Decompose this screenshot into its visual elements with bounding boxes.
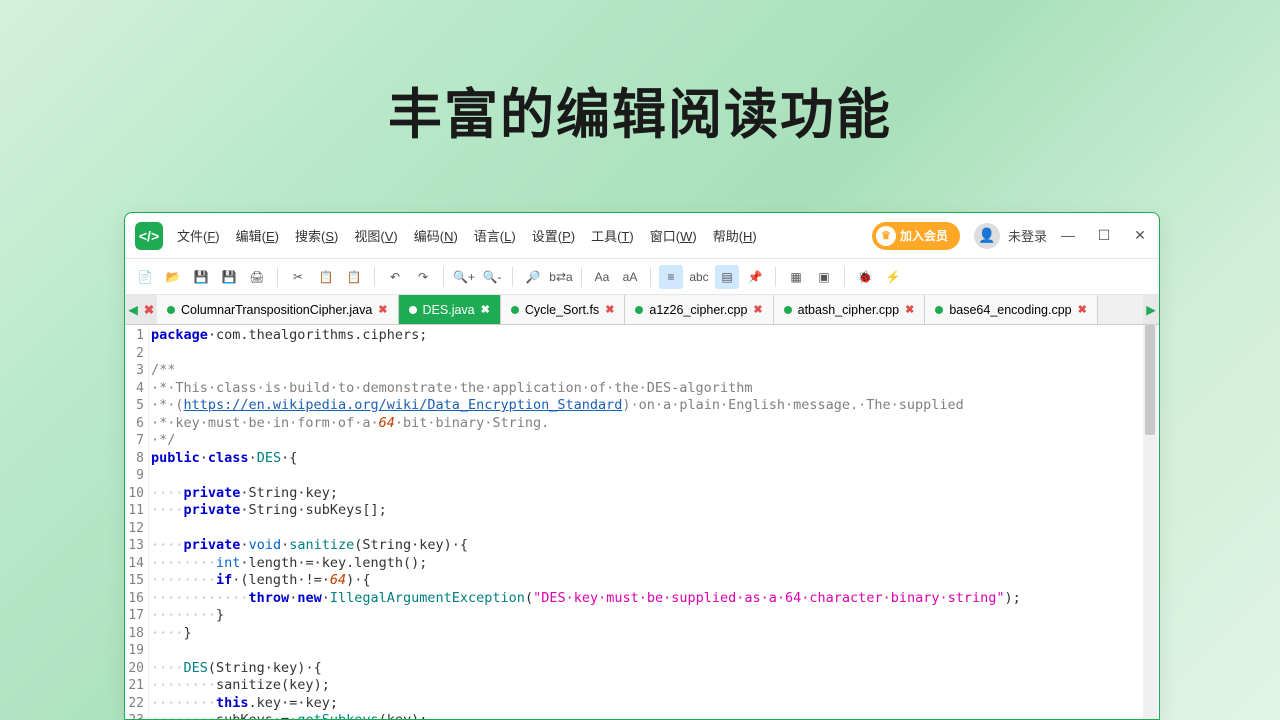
pin-icon[interactable]: 📌 — [743, 265, 767, 289]
code-area[interactable]: package·com.thealgorithms.ciphers; /** ·… — [149, 325, 1159, 719]
menu-v[interactable]: 视图(V) — [354, 226, 397, 245]
menu-bar: 文件(F) 编辑(E) 搜索(S) 视图(V) 编码(N) 语言(L) 设置(P) 工具(T)… — [177, 226, 757, 245]
find-icon[interactable]: 🔎 — [521, 265, 545, 289]
redo-icon[interactable]: ↷ — [411, 265, 435, 289]
run-icon[interactable]: ⚡ — [881, 265, 905, 289]
tab-close-icon[interactable]: ✖ — [905, 303, 914, 316]
indent-guide-icon[interactable]: ▤ — [715, 265, 739, 289]
tab-label: Cycle_Sort.fs — [525, 303, 599, 317]
login-status: 未登录 — [1008, 226, 1047, 245]
tab-dot-icon — [784, 306, 792, 314]
tab-label: base64_encoding.cpp — [949, 303, 1071, 317]
tab-dot-icon — [935, 306, 943, 314]
replace-icon[interactable]: b⇄a — [549, 265, 573, 289]
cut-icon[interactable]: ✂ — [286, 265, 310, 289]
case-icon[interactable]: Aa — [590, 265, 614, 289]
print-icon[interactable]: 🖨 — [245, 265, 269, 289]
scroll-thumb[interactable] — [1145, 325, 1155, 435]
zoom-out-icon[interactable]: 🔍- — [480, 265, 504, 289]
new-file-icon[interactable]: 📄 — [133, 265, 157, 289]
copy-icon[interactable]: 📋 — [314, 265, 338, 289]
tab-dot-icon — [511, 306, 519, 314]
grid-icon[interactable]: ▦ — [784, 265, 808, 289]
tab-2[interactable]: Cycle_Sort.fs ✖ — [501, 295, 626, 324]
menu-p[interactable]: 设置(P) — [532, 226, 575, 245]
tab-scroll-right[interactable]: ▶ — [1143, 295, 1159, 324]
tab-1[interactable]: DES.java ✖ — [399, 295, 501, 324]
tab-scroll-left[interactable]: ◀ — [125, 295, 141, 324]
menu-l[interactable]: 语言(L) — [474, 226, 516, 245]
paste-icon[interactable]: 📋 — [342, 265, 366, 289]
page-title: 丰富的编辑阅读功能 — [0, 0, 1280, 149]
maximize-button[interactable]: ☐ — [1095, 227, 1113, 244]
titlebar: </> 文件(F) 编辑(E) 搜索(S) 视图(V) 编码(N) 语言(L) 设置(P) 工… — [125, 213, 1159, 259]
debug-icon[interactable]: 🐞 — [853, 265, 877, 289]
tab-dot-icon — [167, 306, 175, 314]
tab-0[interactable]: ColumnarTranspositionCipher.java ✖ — [157, 295, 399, 324]
open-file-icon[interactable]: 📂 — [161, 265, 185, 289]
menu-h[interactable]: 帮助(H) — [713, 226, 757, 245]
tab-close-icon[interactable]: ✖ — [605, 303, 614, 316]
tab-close-icon[interactable]: ✖ — [1078, 303, 1087, 316]
tab-label: atbash_cipher.cpp — [798, 303, 899, 317]
line-gutter: 1 2 3 4 5 6 7 8 9 10 11 12 13 14 15 16 1… — [125, 325, 149, 719]
line-number-icon[interactable]: ≡ — [659, 265, 683, 289]
tab-5[interactable]: base64_encoding.cpp ✖ — [925, 295, 1098, 324]
tab-dot-icon — [635, 306, 643, 314]
tab-close-icon[interactable]: ✖ — [481, 303, 490, 316]
zoom-in-icon[interactable]: 🔍+ — [452, 265, 476, 289]
tab-3[interactable]: a1z26_cipher.cpp ✖ — [625, 295, 773, 324]
menu-t[interactable]: 工具(T) — [591, 226, 634, 245]
menu-e[interactable]: 编辑(E) — [236, 226, 279, 245]
tab-label: a1z26_cipher.cpp — [649, 303, 747, 317]
save-icon[interactable]: 💾 — [189, 265, 213, 289]
terminal-icon[interactable]: ▣ — [812, 265, 836, 289]
tab-label: ColumnarTranspositionCipher.java — [181, 303, 372, 317]
menu-w[interactable]: 窗口(W) — [650, 226, 697, 245]
menu-n[interactable]: 编码(N) — [414, 226, 458, 245]
tab-bar: ◀ ✖ ColumnarTranspositionCipher.java✖DES… — [125, 295, 1159, 325]
tab-close-first[interactable]: ✖ — [141, 295, 157, 324]
crown-icon: ♛ — [876, 226, 896, 246]
app-logo-icon: </> — [135, 222, 163, 250]
tab-dot-icon — [409, 306, 417, 314]
wrap-icon[interactable]: abc — [687, 265, 711, 289]
save-all-icon[interactable]: 💾 — [217, 265, 241, 289]
toolbar: 📄📂💾💾🖨✂📋📋↶↷🔍+🔍-🔎b⇄aAaaA≡abc▤📌▦▣🐞⚡ — [125, 259, 1159, 295]
vertical-scrollbar[interactable] — [1143, 325, 1157, 719]
minimize-button[interactable]: — — [1059, 227, 1077, 244]
tab-4[interactable]: atbash_cipher.cpp ✖ — [774, 295, 926, 324]
user-area[interactable]: 👤 未登录 — [974, 223, 1047, 249]
tab-label: DES.java — [423, 303, 475, 317]
menu-s[interactable]: 搜索(S) — [295, 226, 338, 245]
undo-icon[interactable]: ↶ — [383, 265, 407, 289]
vip-button[interactable]: ♛ 加入会员 — [872, 222, 960, 250]
tab-close-icon[interactable]: ✖ — [753, 303, 762, 316]
upper-icon[interactable]: aA — [618, 265, 642, 289]
close-button[interactable]: ✕ — [1131, 227, 1149, 244]
vip-label: 加入会员 — [900, 227, 948, 244]
menu-f[interactable]: 文件(F) — [177, 226, 220, 245]
tab-close-icon[interactable]: ✖ — [378, 303, 387, 316]
avatar-icon: 👤 — [974, 223, 1000, 249]
app-window: </> 文件(F) 编辑(E) 搜索(S) 视图(V) 编码(N) 语言(L) 设置(P) 工… — [124, 212, 1160, 720]
code-editor[interactable]: 1 2 3 4 5 6 7 8 9 10 11 12 13 14 15 16 1… — [125, 325, 1159, 719]
